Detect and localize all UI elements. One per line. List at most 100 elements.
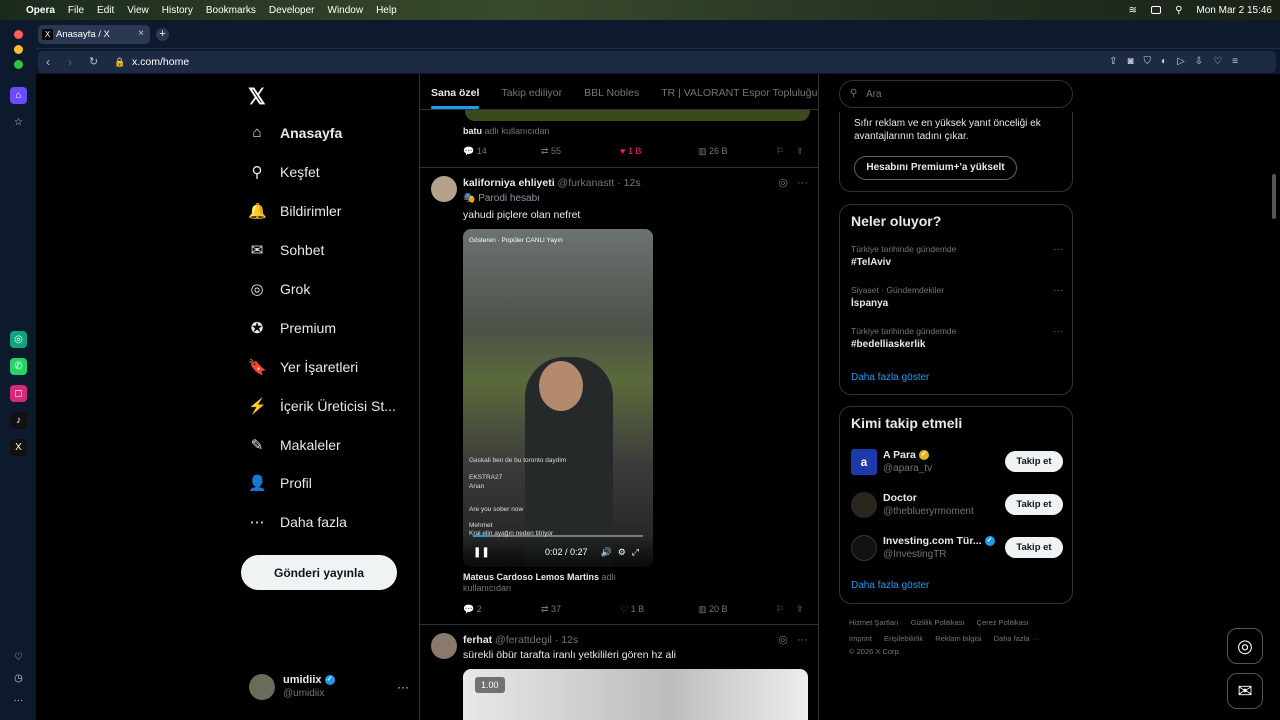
menu-help[interactable]: Help bbox=[376, 5, 397, 16]
tweet-menu[interactable]: ◎ ··· bbox=[778, 176, 808, 189]
footer-link[interactable]: Erişilebilirlik bbox=[884, 634, 923, 643]
menu-window[interactable]: Window bbox=[328, 5, 364, 16]
grok-icon[interactable]: ◎ bbox=[778, 177, 788, 189]
nav-notifications[interactable]: 🔔 Bildirimler bbox=[248, 202, 341, 220]
tweet-author-handle[interactable]: @furkanastt bbox=[558, 177, 615, 189]
repost-button[interactable]: ⇄ 37 bbox=[541, 604, 561, 615]
follow-suggestion[interactable]: Doctor @theblueryrmoment Takip et bbox=[851, 490, 1063, 520]
more-icon[interactable]: ··· bbox=[397, 680, 409, 694]
tab-x-home[interactable]: X Anasayfa / X × bbox=[38, 25, 150, 44]
share-icon[interactable]: ⇪ bbox=[1109, 56, 1117, 67]
menu-developer[interactable]: Developer bbox=[269, 5, 315, 16]
search-icon[interactable]: ⚲ bbox=[1175, 5, 1182, 16]
trend-item[interactable]: Türkiye tarihinde gündemde #TelAviv ··· bbox=[851, 244, 1063, 268]
tab-valorant[interactable]: TR | VALORANT Espor Topluluğu bbox=[650, 74, 828, 109]
show-more-link[interactable]: Daha fazla göster bbox=[851, 372, 929, 383]
whatsapp-icon[interactable]: ✆ bbox=[10, 358, 27, 375]
upgrade-premium-button[interactable]: Hesabını Premium+'a yükselt bbox=[854, 156, 1017, 180]
zoom-window-button[interactable] bbox=[14, 60, 23, 69]
nav-premium[interactable]: ✪ Premium bbox=[248, 319, 336, 337]
forward-icon[interactable]: › bbox=[68, 55, 72, 69]
tweet-author-name[interactable]: ferhat bbox=[463, 634, 492, 646]
menu-history[interactable]: History bbox=[162, 5, 193, 16]
tweet-menu[interactable]: ◎ ··· bbox=[778, 633, 808, 646]
playback-speed[interactable]: 1.00 bbox=[475, 677, 505, 693]
account-switcher[interactable]: umidiix ✓ @umidiix ··· bbox=[249, 672, 409, 702]
close-window-button[interactable] bbox=[14, 30, 23, 39]
heart-icon[interactable]: ♡ bbox=[10, 649, 27, 666]
tweet-author-handle[interactable]: @ferattdegil bbox=[495, 634, 552, 646]
repost-user[interactable]: Mateus Cardoso Lemos Martins bbox=[463, 572, 599, 582]
avatar[interactable] bbox=[431, 633, 457, 659]
nav-profile[interactable]: 👤 Profil bbox=[248, 474, 312, 492]
new-tab-button[interactable]: + bbox=[156, 28, 169, 41]
menu-icon[interactable]: ≡ bbox=[1232, 56, 1238, 67]
menu-app[interactable]: Opera bbox=[26, 5, 55, 16]
like-button[interactable]: ♡ 1 B bbox=[620, 604, 644, 615]
nav-explore[interactable]: ⚲ Keşfet bbox=[248, 163, 320, 181]
video-player[interactable]: 1.00 bbox=[463, 669, 808, 720]
messages-fab-icon[interactable]: ✉ bbox=[1227, 673, 1263, 709]
follow-button[interactable]: Takip et bbox=[1005, 494, 1063, 515]
tab-for-you[interactable]: Sana özel bbox=[420, 74, 490, 109]
reply-button[interactable]: 💬 2 bbox=[463, 604, 482, 615]
trend-item[interactable]: Siyaset · Gündemdekiler İspanya ··· bbox=[851, 285, 1063, 309]
video-control-icons[interactable]: 🔊⚙⤢ bbox=[601, 547, 645, 558]
instagram-icon[interactable]: ◻ bbox=[10, 385, 27, 402]
shield-icon[interactable]: ⛉ bbox=[1144, 56, 1152, 67]
reply-button[interactable]: 💬 14 bbox=[463, 146, 487, 157]
minimize-window-button[interactable] bbox=[14, 45, 23, 54]
follow-button[interactable]: Takip et bbox=[1005, 537, 1063, 558]
nav-more[interactable]: ⋯ Daha fazla bbox=[248, 513, 347, 531]
home-icon[interactable]: ⌂ bbox=[10, 87, 27, 104]
tab-following[interactable]: Takip ediliyor bbox=[490, 74, 573, 109]
search-input[interactable]: ⚲ Ara bbox=[839, 80, 1073, 108]
star-icon[interactable]: ☆ bbox=[10, 114, 27, 131]
chatgpt-icon[interactable]: ◎ bbox=[10, 331, 27, 348]
nav-home[interactable]: ⌂ Anasayfa bbox=[248, 124, 342, 141]
play-icon[interactable]: ▷ bbox=[1177, 56, 1185, 67]
heart-icon[interactable]: ♡ bbox=[1213, 56, 1222, 67]
footer-link[interactable]: Daha fazla ··· bbox=[994, 634, 1039, 643]
x-icon[interactable]: X bbox=[10, 439, 27, 456]
more-icon[interactable]: ··· bbox=[1053, 285, 1063, 296]
nav-bookmarks[interactable]: 🔖 Yer İşaretleri bbox=[248, 358, 358, 376]
camera-icon[interactable]: ◙ bbox=[1128, 56, 1134, 67]
video-player[interactable]: Gösteren · Popüler CANLI Yayın Gaskali b… bbox=[463, 229, 653, 567]
tab-bbl-nobles[interactable]: BBL Nobles bbox=[573, 74, 650, 109]
menu-bookmarks[interactable]: Bookmarks bbox=[206, 5, 256, 16]
scrollbar[interactable] bbox=[1272, 174, 1276, 219]
post-button[interactable]: Gönderi yayınla bbox=[241, 555, 397, 590]
tweet-time[interactable]: · 12s bbox=[617, 177, 640, 189]
more-icon[interactable]: ··· bbox=[10, 692, 27, 709]
tiktok-icon[interactable]: ♪ bbox=[10, 412, 27, 429]
more-icon[interactable]: ··· bbox=[1053, 326, 1063, 337]
history-icon[interactable]: ◷ bbox=[10, 670, 27, 687]
menu-file[interactable]: File bbox=[68, 5, 84, 16]
follow-suggestion[interactable]: a A Para ✓ @apara_tv Takip et bbox=[851, 447, 1063, 477]
footer-link[interactable]: Imprint bbox=[849, 634, 872, 643]
more-icon[interactable]: ··· bbox=[1053, 244, 1063, 255]
vpn-icon[interactable]: ◐ bbox=[1161, 56, 1167, 67]
tweet-author-name[interactable]: kaliforniya ehliyeti bbox=[463, 177, 555, 189]
nav-articles[interactable]: ✎ Makaleler bbox=[248, 436, 341, 454]
back-icon[interactable]: ‹ bbox=[46, 55, 50, 69]
address-bar[interactable]: ‹ › ↻ 🔒 x.com/home ⇪ ◙ ⛉ ◐ ▷ ⇩ ♡ ≡ bbox=[38, 51, 1276, 73]
like-button[interactable]: ♥ 1 B bbox=[620, 146, 641, 156]
tweet-time[interactable]: · 12s bbox=[555, 634, 578, 646]
battery-icon[interactable] bbox=[1151, 6, 1162, 14]
share-icon[interactable]: ⇪ bbox=[796, 604, 804, 615]
grok-fab-icon[interactable]: ◎ bbox=[1227, 628, 1263, 664]
download-icon[interactable]: ⇩ bbox=[1195, 56, 1203, 67]
follow-button[interactable]: Takip et bbox=[1005, 451, 1063, 472]
bookmark-icon[interactable]: ⚐ bbox=[776, 146, 784, 157]
avatar[interactable] bbox=[431, 176, 457, 202]
reload-icon[interactable]: ↻ bbox=[89, 55, 98, 68]
grok-icon[interactable]: ◎ bbox=[778, 634, 788, 646]
wifi-icon[interactable]: ≋ bbox=[1129, 5, 1137, 16]
views-button[interactable]: ▥ 26 B bbox=[698, 146, 728, 157]
bookmark-icon[interactable]: ⚐ bbox=[776, 604, 784, 615]
nav-grok[interactable]: ◎ Grok bbox=[248, 280, 310, 298]
repost-user[interactable]: batu bbox=[463, 126, 482, 136]
nav-creator-studio[interactable]: ⚡ İçerik Üreticisi St... bbox=[248, 397, 396, 415]
